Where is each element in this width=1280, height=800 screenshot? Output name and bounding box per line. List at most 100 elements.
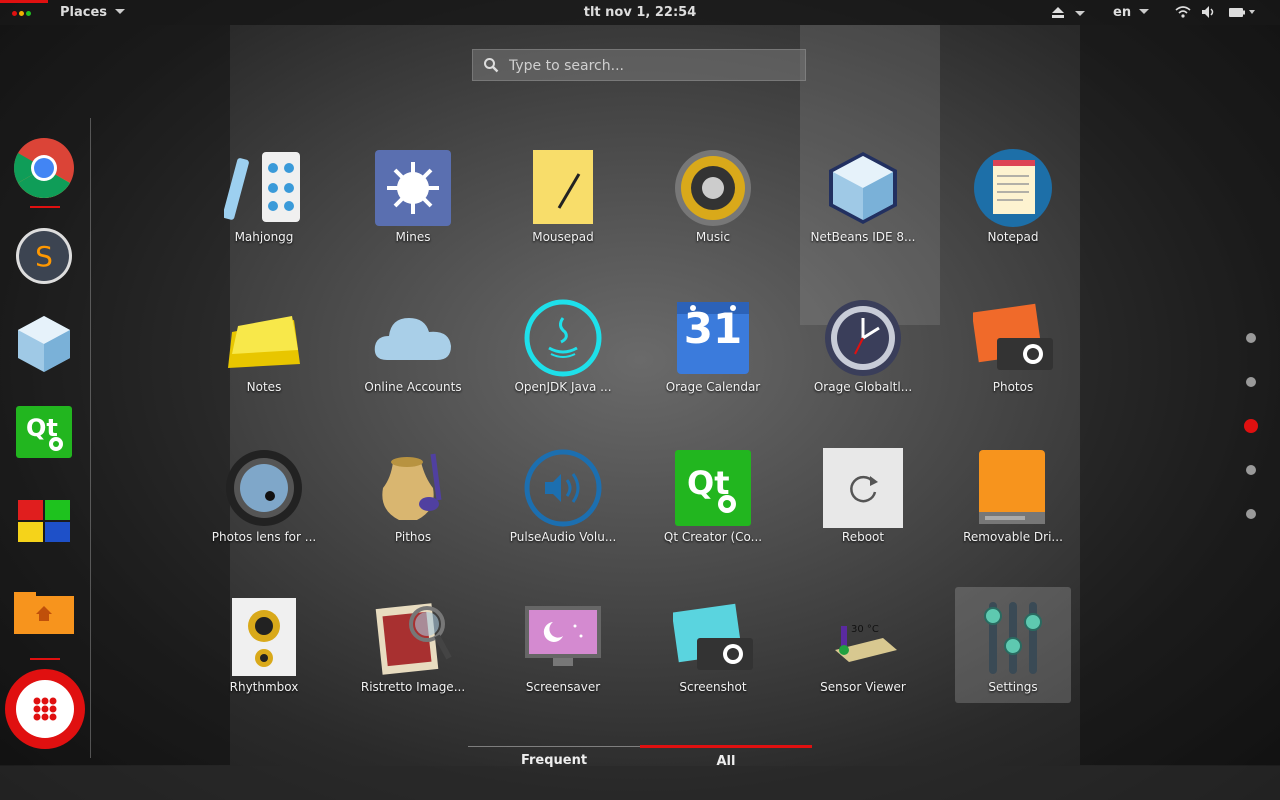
ristretto-icon [375, 603, 452, 675]
app-notepad[interactable]: Notepad [955, 140, 1071, 256]
dock: S Qt [0, 118, 91, 758]
reboot-icon [823, 448, 903, 528]
app-label: Orage Calendar [665, 380, 761, 394]
dock-item-netbeans[interactable] [12, 312, 76, 376]
eject-menu[interactable] [1051, 5, 1085, 24]
settings-icon [984, 602, 1042, 674]
app-label: Removable Dri... [963, 530, 1063, 544]
app-pithos[interactable]: Pithos [355, 440, 471, 556]
eject-icon [1052, 7, 1085, 18]
app-label: Ristretto Image... [360, 680, 466, 694]
cloud-icon [374, 318, 451, 360]
svg-text:S: S [35, 240, 53, 273]
app-label: Online Accounts [364, 380, 462, 394]
dock-item-chrome[interactable] [12, 136, 76, 200]
activities-indicator [0, 0, 48, 3]
sensor-viewer-icon [835, 626, 897, 662]
app-openjdk[interactable]: OpenJDK Java ... [505, 290, 621, 406]
page-dot[interactable] [1246, 333, 1256, 343]
app-label: Rhythmbox [229, 680, 299, 694]
calendar-day: 31 [683, 304, 743, 353]
app-netbeans[interactable]: NetBeans IDE 8... [805, 140, 921, 256]
wallpaper-building-right [1080, 25, 1280, 765]
app-screensaver[interactable]: Screensaver [505, 590, 621, 706]
mousepad-icon [533, 150, 593, 224]
app-label: Photos lens for ... [211, 530, 317, 544]
show-apps-button[interactable] [4, 668, 86, 750]
app-rhythmbox[interactable]: Rhythmbox [206, 590, 322, 706]
running-indicator [30, 206, 60, 208]
page-dot[interactable] [1246, 465, 1256, 475]
app-label: Notes [246, 380, 282, 394]
mines-icon [375, 150, 451, 226]
app-orage-calendar[interactable]: 31 Orage Calendar [655, 290, 771, 406]
page-dot[interactable] [1246, 509, 1256, 519]
app-label: Screensaver [525, 680, 601, 694]
language-menu[interactable]: en [1113, 5, 1150, 20]
pithos-icon [382, 453, 442, 520]
chevron-down-icon [1139, 9, 1150, 14]
camera-lens-icon [226, 450, 302, 526]
java-icon [524, 299, 602, 377]
search-icon [484, 58, 499, 73]
app-label: Sensor Viewer [820, 680, 906, 694]
removable-drive-icon [979, 450, 1045, 524]
app-removable-drive[interactable]: Removable Dri... [955, 440, 1071, 556]
app-label: PulseAudio Volu... [509, 530, 617, 544]
app-notes[interactable]: Notes [206, 290, 322, 406]
app-orage-globaltime[interactable]: Orage Globaltl... [805, 290, 921, 406]
search-input[interactable] [507, 55, 801, 77]
sublime-text-icon: S [16, 228, 72, 284]
app-label: Photos [992, 380, 1034, 394]
netbeans-icon [18, 316, 70, 372]
clock[interactable]: tlt nov 1, 22:54 [0, 5, 1280, 20]
app-mahjongg[interactable]: Mahjongg [206, 140, 322, 256]
app-label: Pithos [394, 530, 432, 544]
top-bar: Places tlt nov 1, 22:54 en [0, 0, 1280, 25]
dock-item-sublime[interactable]: S [12, 224, 76, 288]
app-photos-lens[interactable]: Photos lens for ... [206, 440, 322, 556]
dock-item-windows[interactable] [12, 488, 76, 552]
app-label: Orage Globaltl... [813, 380, 913, 394]
photos-icon [973, 303, 1053, 370]
app-label: OpenJDK Java ... [514, 380, 612, 394]
app-label: Reboot [841, 530, 885, 544]
app-sensor-viewer[interactable]: 30 °C Sensor Viewer [805, 590, 921, 706]
app-photos[interactable]: Photos [955, 290, 1071, 406]
tab-frequent[interactable]: Frequent [468, 747, 640, 777]
screenshot-icon [673, 603, 753, 670]
app-mines[interactable]: Mines [355, 140, 471, 256]
app-label: Screenshot [679, 680, 747, 694]
volume-icon[interactable] [1201, 5, 1217, 19]
app-music[interactable]: Music [655, 140, 771, 256]
clock-icon [825, 300, 901, 376]
app-label: Notepad [987, 230, 1039, 244]
wifi-icon[interactable] [1175, 5, 1191, 19]
windows-logo-icon [18, 500, 70, 542]
qt-creator-icon: Qt [16, 406, 72, 458]
page-dot-active[interactable] [1244, 419, 1258, 433]
app-label: NetBeans IDE 8... [810, 230, 916, 244]
page-dot[interactable] [1246, 377, 1256, 387]
app-settings[interactable]: Settings [955, 587, 1071, 703]
notes-icon [228, 316, 300, 368]
app-ristretto[interactable]: Ristretto Image... [355, 590, 471, 706]
battery-icon[interactable] [1228, 5, 1256, 19]
app-online-accounts[interactable]: Online Accounts [355, 290, 471, 406]
sensor-reading: 30 °C [851, 624, 879, 635]
pulseaudio-icon [524, 449, 602, 527]
dock-item-qt-creator[interactable]: Qt [12, 400, 76, 464]
app-label: Mines [395, 230, 431, 244]
dock-item-home-folder[interactable] [12, 576, 76, 640]
app-label: Mahjongg [234, 230, 294, 244]
tab-all[interactable]: All [640, 745, 812, 778]
app-screenshot[interactable]: Screenshot [655, 590, 771, 706]
app-pulseaudio[interactable]: PulseAudio Volu... [505, 440, 621, 556]
app-label: Settings [988, 680, 1038, 694]
app-reboot[interactable]: Reboot [805, 440, 921, 556]
app-label: Mousepad [532, 230, 594, 244]
app-mousepad[interactable]: Mousepad [505, 140, 621, 256]
app-qt-creator[interactable]: Qt Qt Creator (Co... [655, 440, 771, 556]
search-box[interactable] [472, 49, 806, 81]
rhythmbox-icon [232, 598, 296, 676]
